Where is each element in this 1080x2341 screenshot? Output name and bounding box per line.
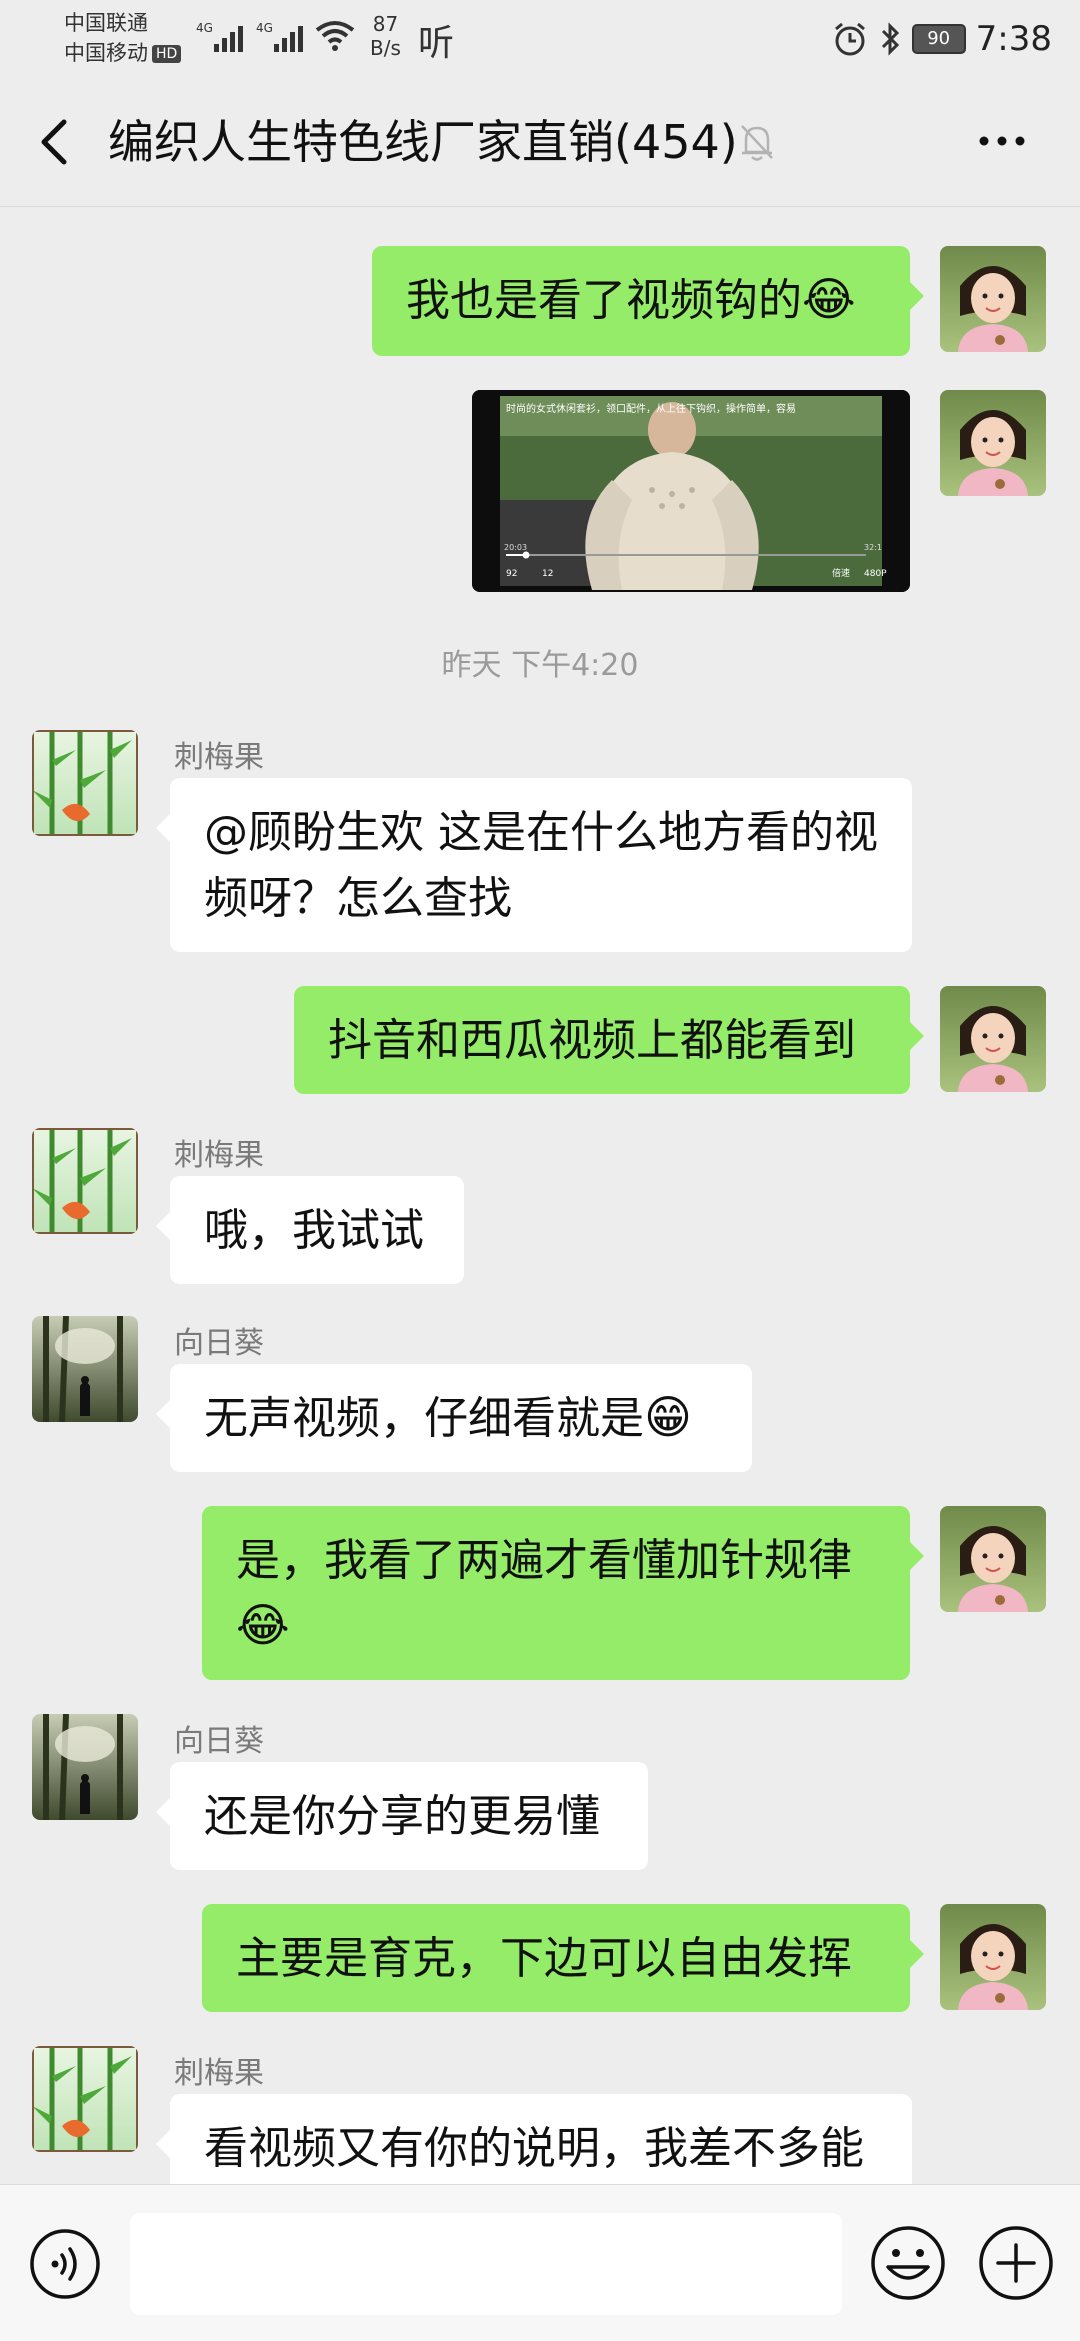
back-button[interactable] <box>30 114 80 170</box>
contact-avatar-xiangrikui[interactable] <box>32 1714 138 1820</box>
voice-input-button[interactable] <box>28 2227 102 2301</box>
message-text: 还是你分享的更易懂 <box>204 1791 600 1842</box>
sender-name: 向日葵 <box>174 1326 264 1361</box>
carrier-1: 中国联通 <box>64 11 148 35</box>
video-time-start: 20:03 <box>504 543 527 552</box>
message-text: @顾盼生欢 这是在什么地方看的视频呀？怎么查找 <box>204 807 878 924</box>
alarm-icon <box>834 22 865 56</box>
contact-avatar-cimeiguo[interactable] <box>32 730 138 836</box>
svg-text:4G: 4G <box>256 21 273 35</box>
emoji-button[interactable] <box>868 2223 948 2303</box>
message-text: 抖音和西瓜视频上都能看到 <box>328 1015 856 1066</box>
my-avatar[interactable] <box>940 246 1046 352</box>
chat-title: 编织人生特色线厂家直销(454) <box>108 115 738 169</box>
message-bubble-outgoing[interactable]: 我也是看了视频钩的😂 <box>372 246 924 356</box>
contact-avatar-cimeiguo[interactable] <box>32 2046 138 2152</box>
video-message[interactable]: 时尚的女式休闲套衫，领口配件，从上往下钩织，操作简单，容易 20:03 32:1… <box>472 390 910 592</box>
mute-notification-icon <box>741 125 773 161</box>
message-text: 看视频又有你的说明，我差不多能 <box>204 2123 864 2174</box>
input-bar <box>0 2184 1080 2341</box>
contact-avatar-xiangrikui[interactable] <box>32 1316 138 1422</box>
my-avatar[interactable] <box>940 390 1046 496</box>
sender-name: 向日葵 <box>174 1724 264 1759</box>
message-bubble-incoming[interactable]: 还是你分享的更易懂 <box>156 1762 648 1870</box>
bluetooth-icon <box>881 22 899 56</box>
chat-timestamp: 昨天 下午4:20 <box>441 648 639 683</box>
video-likes: 92 <box>506 569 517 579</box>
signal-4g-icon-1: 4G <box>196 21 243 52</box>
message-text: 哦，我试试 <box>204 1205 424 1256</box>
video-comments: 12 <box>542 569 553 579</box>
net-speed: 87 B/s <box>370 12 401 60</box>
message-text: 无声视频，仔细看就是 <box>204 1393 644 1444</box>
message-bubble-outgoing[interactable]: 是，我看了两遍才看懂加针规律 😂 <box>202 1506 924 1680</box>
contact-avatar-cimeiguo[interactable] <box>32 1128 138 1234</box>
chat-header: 编织人生特色线厂家直销(454) <box>0 78 1080 207</box>
message-text: 主要是育克，下边可以自由发挥 <box>236 1933 852 1984</box>
wifi-icon <box>315 21 355 51</box>
sender-name: 刺梅果 <box>174 740 264 775</box>
more-functions-plus-button[interactable] <box>976 2223 1056 2303</box>
more-options-button[interactable] <box>972 116 1032 166</box>
video-time-end: 32:1 <box>864 543 882 552</box>
status-bar: 中国联通 中国移动 HD 4G 4G 87 B/s 听 90 7:38 <box>0 0 1080 78</box>
message-text: 是，我看了两遍才看懂加针规律 <box>236 1535 852 1586</box>
message-input[interactable] <box>130 2213 842 2315</box>
battery-indicator: 90 <box>911 24 966 54</box>
message-bubble-incoming[interactable]: @顾盼生欢 这是在什么地方看的视频呀？怎么查找 <box>156 778 912 952</box>
carrier-2: 中国移动 <box>64 41 148 65</box>
ting-icon: 听 <box>418 23 455 64</box>
video-quality-label: 480P <box>864 569 887 579</box>
carrier-info: 中国联通 中国移动 HD <box>64 8 182 68</box>
message-bubble-outgoing[interactable]: 抖音和西瓜视频上都能看到 <box>294 986 924 1094</box>
my-avatar[interactable] <box>940 986 1046 1092</box>
video-speed-label: 倍速 <box>832 567 850 579</box>
my-avatar[interactable] <box>940 1904 1046 2010</box>
sender-name: 刺梅果 <box>174 2056 264 2091</box>
my-avatar[interactable] <box>940 1506 1046 1612</box>
message-bubble-incoming[interactable]: 无声视频，仔细看就是😁 <box>156 1364 752 1472</box>
hd-badge: HD <box>152 45 182 63</box>
message-text: 我也是看了视频钩的 <box>406 275 802 326</box>
message-bubble-incoming[interactable]: 哦，我试试 <box>156 1176 464 1284</box>
sender-name: 刺梅果 <box>174 1138 264 1173</box>
laugh-cry-emoji-icon: 😂 <box>236 1598 290 1652</box>
svg-text:4G: 4G <box>196 21 213 35</box>
clock: 7:38 <box>975 19 1052 59</box>
laugh-cry-emoji-icon: 😂 <box>802 272 856 326</box>
grin-emoji-icon: 😁 <box>644 1390 692 1444</box>
message-bubble-outgoing[interactable]: 主要是育克，下边可以自由发挥 <box>202 1904 924 2012</box>
signal-4g-icon-2: 4G <box>256 21 303 52</box>
video-caption: 时尚的女式休闲套衫，领口配件，从上往下钩织，操作简单，容易 <box>506 402 796 415</box>
